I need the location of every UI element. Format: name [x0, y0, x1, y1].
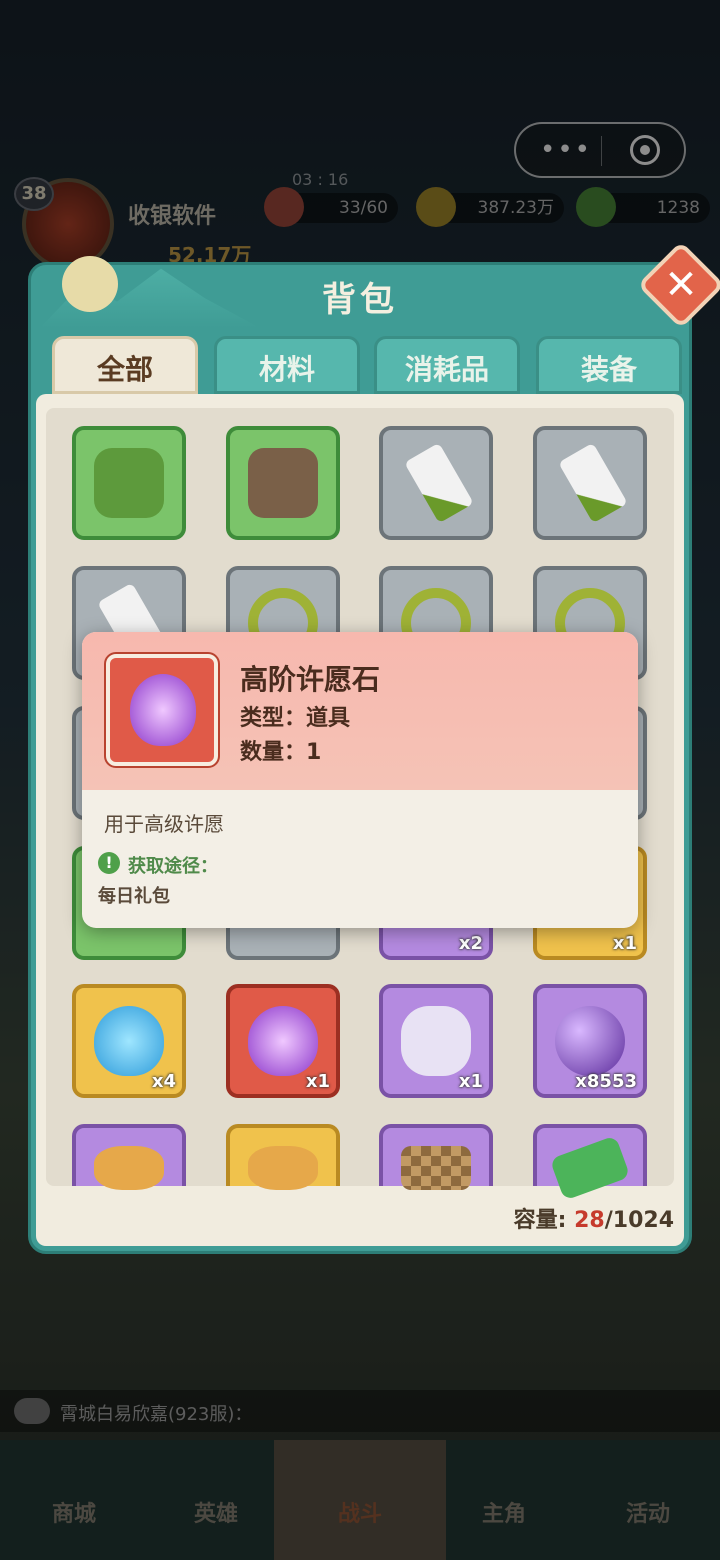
item-name: 高阶许愿石 — [240, 663, 381, 696]
inventory-slot-boots[interactable] — [226, 426, 340, 540]
tab-materials[interactable]: 材料 — [214, 336, 360, 394]
item-quantity: x1 — [612, 933, 637, 954]
item-quantity: x4 — [151, 1071, 176, 1092]
item-quantity: x1 — [305, 1071, 330, 1092]
source-label: 获取途径： — [128, 856, 218, 877]
chessboard-icon — [401, 1146, 471, 1190]
blue-flame-icon — [94, 1006, 164, 1076]
item-quantity: x1 — [458, 1071, 483, 1092]
inventory-slot[interactable] — [533, 1124, 647, 1201]
capacity-label: 容量: — [513, 1208, 567, 1233]
item-type: 类型：道具 — [240, 706, 351, 731]
armor-icon — [94, 448, 164, 518]
inventory-slot-sword[interactable] — [379, 426, 493, 540]
inventory-slot-armor[interactable] — [72, 426, 186, 540]
inventory-slot[interactable] — [379, 1124, 493, 1190]
tab-consumables[interactable]: 消耗品 — [374, 336, 520, 394]
inventory-slot[interactable] — [226, 1124, 340, 1190]
sword-icon — [558, 442, 628, 524]
boots-icon — [248, 448, 318, 518]
crystal-orb-icon — [555, 1006, 625, 1076]
inventory-slot-orb[interactable]: x8553 — [533, 984, 647, 1098]
close-icon[interactable]: ✕ — [650, 254, 712, 316]
item-source: 每日礼包 — [98, 886, 170, 907]
lotus-icon — [401, 1006, 471, 1076]
item-description: 用于高级许愿 — [104, 812, 224, 836]
golden-lotus-icon — [248, 1146, 318, 1190]
item-quantity: x8553 — [575, 1071, 637, 1092]
sword-icon — [404, 442, 474, 524]
purple-flame-icon — [130, 674, 196, 746]
capacity-total: /1024 — [604, 1208, 674, 1233]
capacity-used: 28 — [574, 1208, 605, 1233]
capacity-indicator: 容量: 28/1024 — [460, 1202, 674, 1234]
info-icon: ! — [98, 852, 120, 874]
panel-title: 背包 — [322, 280, 398, 320]
inventory-slot-sword[interactable] — [533, 426, 647, 540]
inventory-slot[interactable] — [72, 1124, 186, 1190]
item-quantity: x2 — [458, 933, 483, 954]
inventory-slot-lotus[interactable]: x1 — [379, 984, 493, 1098]
tooltip-item-frame — [104, 652, 220, 768]
inventory-slot-wish-stone[interactable]: x1 — [226, 984, 340, 1098]
item-detail-tooltip: 高阶许愿石 类型：道具 数量：1 用于高级许愿 ! 获取途径： 每日礼包 — [82, 632, 638, 928]
purple-flame-icon — [248, 1006, 318, 1076]
tab-all[interactable]: 全部 — [52, 336, 198, 394]
inventory-slot-blue-fire[interactable]: x4 — [72, 984, 186, 1098]
golden-lotus-icon — [94, 1146, 164, 1190]
tab-equipment[interactable]: 装备 — [536, 336, 682, 394]
item-count: 数量：1 — [240, 740, 322, 765]
